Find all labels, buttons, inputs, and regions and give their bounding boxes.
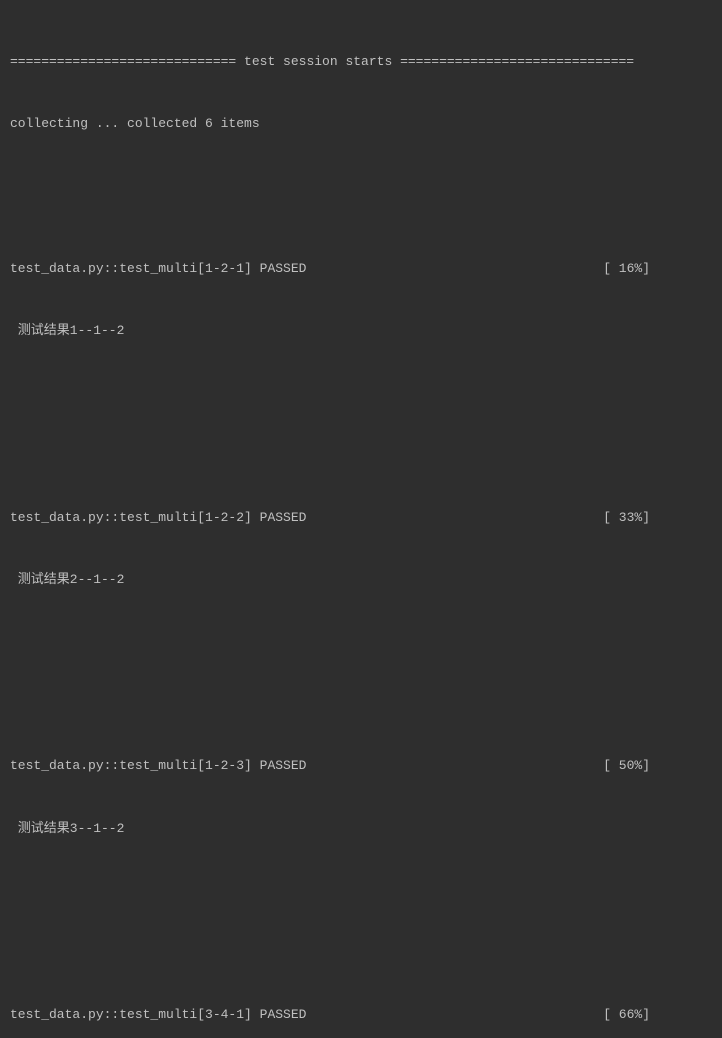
test-name: test_data.py::test_multi[1-2-1] PASSED <box>10 259 306 280</box>
test-percent: [ 66%] <box>603 1005 650 1026</box>
test-name: test_data.py::test_multi[1-2-3] PASSED <box>10 756 306 777</box>
test-output: 测试结果2--1--2 <box>10 570 712 591</box>
test-line: test_data.py::test_multi[3-4-1] PASSED [… <box>10 1005 650 1026</box>
test-percent: [ 33%] <box>603 508 650 529</box>
test-name: test_data.py::test_multi[3-4-1] PASSED <box>10 1005 306 1026</box>
test-result-block: test_data.py::test_multi[3-4-1] PASSED [… <box>10 963 712 1038</box>
test-output: 测试结果3--1--2 <box>10 819 712 840</box>
collecting-line: collecting ... collected 6 items <box>10 114 712 135</box>
test-result-block: test_data.py::test_multi[1-2-3] PASSED [… <box>10 715 712 881</box>
test-percent: [ 16%] <box>603 259 650 280</box>
test-line: test_data.py::test_multi[1-2-2] PASSED [… <box>10 508 650 529</box>
test-percent: [ 50%] <box>603 756 650 777</box>
test-line: test_data.py::test_multi[1-2-1] PASSED [… <box>10 259 650 280</box>
test-line: test_data.py::test_multi[1-2-3] PASSED [… <box>10 756 650 777</box>
session-start-header: ============================= test sessi… <box>10 52 712 73</box>
test-output: 测试结果1--1--2 <box>10 321 712 342</box>
terminal-output: ============================= test sessi… <box>10 10 712 1038</box>
test-result-block: test_data.py::test_multi[1-2-1] PASSED [… <box>10 217 712 383</box>
test-name: test_data.py::test_multi[1-2-2] PASSED <box>10 508 306 529</box>
test-result-block: test_data.py::test_multi[1-2-2] PASSED [… <box>10 466 712 632</box>
